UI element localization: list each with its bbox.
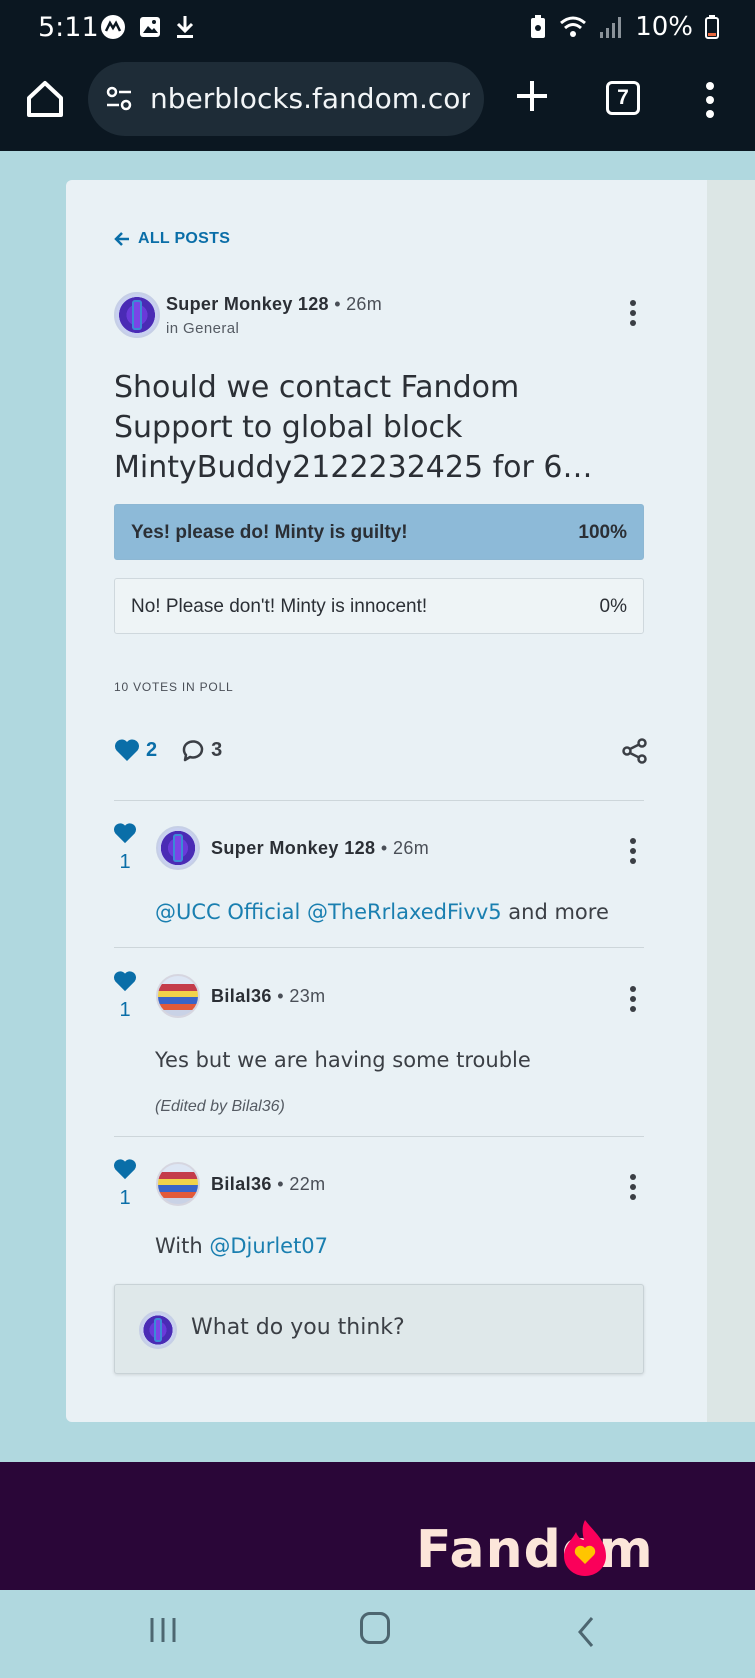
share-icon[interactable] [622, 738, 648, 764]
divider [114, 1136, 644, 1137]
reply-author[interactable]: Bilal36 [211, 986, 272, 1006]
reply-time: 23m [289, 986, 326, 1006]
post-category[interactable]: in General [166, 320, 239, 337]
post-actions: 2 3 [114, 738, 222, 762]
avatar [139, 1311, 177, 1349]
post-title[interactable]: Should we contact Fandom Support to glob… [114, 368, 634, 488]
reply-options-icon[interactable] [628, 986, 638, 1014]
url-text[interactable]: nberblocks.fandom.com [150, 82, 470, 115]
post-author[interactable]: Super Monkey 128 [166, 294, 329, 314]
gallery-icon [140, 17, 160, 37]
signal-icon [600, 17, 622, 38]
reply-author[interactable]: Super Monkey 128 [211, 838, 375, 858]
status-left-icons [100, 14, 196, 40]
all-posts-link[interactable]: ALL POSTS [114, 230, 230, 248]
reply-like-count: 1 [119, 1187, 131, 1209]
post-like-count[interactable]: 2 [146, 739, 157, 762]
mention-link[interactable]: @Djurlet07 [209, 1234, 328, 1258]
reply-text: and more [508, 900, 609, 924]
poll-option-label: No! Please don't! Minty is innocent! [131, 596, 428, 617]
wifi-icon [560, 16, 587, 37]
divider [114, 800, 644, 801]
site-settings-icon[interactable] [104, 84, 134, 114]
avatar[interactable] [114, 292, 160, 338]
reply-author-line: Bilal36 • 23m [211, 986, 326, 1006]
reply-like[interactable]: 1 [112, 1158, 138, 1210]
heart-icon[interactable] [112, 822, 138, 844]
status-right-icons: 10% [529, 12, 719, 42]
status-time: 5:11 [38, 12, 99, 43]
reply-time: 26m [392, 838, 430, 858]
reply-time: 22m [289, 1174, 326, 1194]
back-icon[interactable] [576, 1616, 596, 1648]
home-icon[interactable] [24, 78, 66, 120]
avatar[interactable] [156, 826, 200, 870]
discussion-card: ALL POSTS Super Monkey 128 • 26m in Gene… [66, 180, 755, 1422]
edited-note: (Edited by Bilal36) [155, 1098, 285, 1115]
comment-icon[interactable] [181, 738, 205, 762]
home-nav-icon[interactable] [360, 1612, 390, 1644]
mention-link[interactable]: @UCC Official [155, 900, 300, 924]
reply-like[interactable]: 1 [112, 822, 138, 874]
reply-text: With [155, 1234, 203, 1258]
more-menu-icon[interactable] [700, 78, 720, 122]
poll-vote-count: 10 VOTES IN POLL [114, 680, 234, 694]
reply-like[interactable]: 1 [112, 970, 138, 1022]
poll-option-yes[interactable]: Yes! please do! Minty is guilty! 100% [114, 504, 644, 560]
url-bar[interactable]: nberblocks.fandom.com [88, 62, 484, 136]
system-nav-bar [0, 1590, 755, 1678]
heart-icon[interactable] [112, 970, 138, 992]
poll-option-percent: 100% [578, 522, 627, 543]
reply-body: @UCC Official @TheRrlaxedFivv5 and more [155, 900, 609, 924]
heart-icon[interactable] [112, 1158, 138, 1180]
recent-apps-icon[interactable] [148, 1616, 178, 1644]
reply-author-line: Super Monkey 128 • 26m [211, 838, 430, 858]
poll-option-label: Yes! please do! Minty is guilty! [131, 522, 408, 543]
new-tab-icon[interactable] [512, 76, 552, 116]
post-time: 26m [346, 294, 383, 314]
reply-options-icon[interactable] [628, 1174, 638, 1202]
reply-options-icon[interactable] [628, 838, 638, 866]
battery-saver-icon [531, 15, 546, 38]
status-bar: 5:11 10% [0, 0, 755, 56]
comment-input[interactable]: What do you think? [114, 1284, 644, 1374]
fandom-footer: Fandom [0, 1462, 755, 1590]
arrow-left-icon [114, 232, 129, 246]
heart-icon[interactable] [114, 738, 140, 762]
tab-switcher-button[interactable]: 7 [606, 81, 640, 115]
reply-body: With @Djurlet07 [155, 1234, 328, 1258]
fandom-flame-icon [564, 1520, 606, 1576]
reply-text: Yes but we are having some trouble [155, 1048, 531, 1072]
reply-author-line: Bilal36 • 22m [211, 1174, 326, 1194]
poll-option-percent: 0% [599, 596, 627, 617]
post-card: ALL POSTS Super Monkey 128 • 26m in Gene… [66, 180, 707, 1422]
all-posts-label[interactable]: ALL POSTS [138, 230, 230, 248]
battery-icon [705, 15, 719, 39]
side-panel [707, 180, 755, 1422]
avatar[interactable] [156, 974, 200, 1018]
mention-link[interactable]: @TheRrlaxedFivv5 [307, 900, 502, 924]
reply-author[interactable]: Bilal36 [211, 1174, 272, 1194]
divider [114, 947, 644, 948]
post-options-icon[interactable] [628, 300, 638, 328]
download-icon [176, 16, 194, 38]
reply-like-count: 1 [119, 999, 131, 1021]
browser-toolbar: nberblocks.fandom.com 7 [0, 56, 755, 151]
battery-percent: 10% [635, 12, 693, 42]
avatar[interactable] [156, 1162, 200, 1206]
comment-placeholder[interactable]: What do you think? [191, 1315, 405, 1340]
post-comment-count[interactable]: 3 [211, 739, 222, 762]
reply-like-count: 1 [119, 851, 131, 873]
fandom-logo[interactable]: Fandom [416, 1520, 654, 1580]
messenger-icon [101, 15, 125, 39]
post-author-line: Super Monkey 128 • 26m [166, 294, 383, 314]
poll-option-no[interactable]: No! Please don't! Minty is innocent! 0% [114, 578, 644, 634]
